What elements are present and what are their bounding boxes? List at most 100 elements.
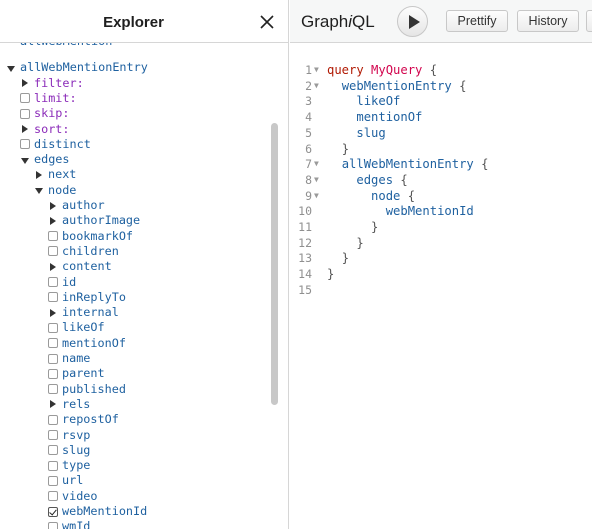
code-line[interactable]: 6 } [290,141,592,157]
code-line[interactable]: 12 } [290,235,592,251]
checkbox-icon[interactable] [48,445,58,456]
code-text: } [327,250,349,266]
explorer-item[interactable]: inReplyTo [48,290,126,305]
explorer-item[interactable]: skip: [20,106,70,121]
checkbox-icon[interactable] [48,322,58,333]
code-line[interactable]: 7 ▼ allWebMentionEntry { [290,156,592,172]
explorer-item[interactable]: type [48,458,90,473]
code-line[interactable]: 15 [290,282,592,298]
checkbox-icon[interactable] [20,139,30,150]
explorer-item[interactable]: authorImage [48,213,140,228]
explorer-item[interactable]: webMentionId [48,504,147,519]
prettify-button[interactable]: Prettify [446,10,508,32]
explorer-item[interactable]: parent [48,366,105,381]
caret-right-icon[interactable] [48,262,58,272]
checkbox-icon[interactable] [48,521,58,529]
explorer-item[interactable]: mentionOf [48,336,126,351]
explorer-item[interactable]: allWebMentionEntry [6,60,148,75]
explorer-item[interactable]: edges [20,152,70,167]
checkbox-icon[interactable] [48,414,58,425]
caret-down-icon[interactable] [34,185,44,195]
explorer-item[interactable]: video [48,489,98,504]
query-editor[interactable]: 1 ▼ query MyQuery {2 ▼ webMentionEntry {3 l… [290,44,592,529]
caret-right-icon[interactable] [48,308,58,318]
caret-right-icon[interactable] [34,170,44,180]
explorer-item[interactable]: author [48,198,105,213]
checkbox-icon[interactable] [48,231,58,242]
explorer-item[interactable]: wmId [48,519,90,529]
explorer-item[interactable]: rels [48,397,90,412]
explorer-item[interactable]: filter: [20,76,84,91]
explorer-item[interactable]: bookmarkOf [48,229,133,244]
checkbox-icon[interactable] [48,384,58,395]
caret-right-icon[interactable] [48,216,58,226]
checkbox-icon[interactable] [48,292,58,303]
explorer-item[interactable]: rsvp [48,428,90,443]
explorer-item-label: edges [34,152,70,167]
code-line[interactable]: 11 } [290,219,592,235]
explorer-item[interactable]: likeOf [48,320,105,335]
explorer-item[interactable]: distinct [20,137,91,152]
checkbox-icon[interactable] [20,108,30,119]
caret-right-icon[interactable] [48,399,58,409]
explorer-item[interactable]: children [48,244,119,259]
checkbox-icon[interactable] [48,460,58,471]
explorer-item[interactable]: sort: [20,122,70,137]
code-line[interactable]: 3 likeOf [290,93,592,109]
caret-down-icon[interactable] [20,155,30,165]
fold-marker-icon[interactable]: ▼ [314,172,319,188]
fold-marker-icon[interactable]: ▼ [314,156,319,172]
explorer-item[interactable]: allWebMention [6,43,112,49]
code-line[interactable]: 4 mentionOf [290,109,592,125]
close-icon[interactable] [258,13,276,31]
fold-marker-icon[interactable]: ▼ [314,62,319,78]
checkbox-checked-icon[interactable] [48,506,58,517]
explorer-item[interactable]: internal [48,305,119,320]
caret-right-icon[interactable] [20,124,30,134]
explorer-item[interactable]: published [48,382,126,397]
code-line[interactable]: 1 ▼ query MyQuery { [290,62,592,78]
code-line[interactable]: 5 slug [290,125,592,141]
fold-marker-icon[interactable]: ▼ [314,78,319,94]
code-line[interactable]: 2 ▼ webMentionEntry { [290,78,592,94]
caret-right-icon[interactable] [20,78,30,88]
checkbox-icon[interactable] [48,430,58,440]
caret-right-icon[interactable] [48,201,58,211]
punctuation-token: { [407,188,416,203]
checkbox-icon[interactable] [48,246,58,257]
caret-down-icon[interactable] [6,63,16,73]
explorer-item[interactable]: next [34,167,76,182]
code-line[interactable]: 10 webMentionId [290,203,592,219]
explorer-item-label: name [62,351,91,365]
explorer-item[interactable]: id [48,275,76,290]
explorer-item[interactable]: repostOf [48,412,119,427]
explorer-item-label: next [48,167,77,182]
explorer-item[interactable]: content [48,259,112,274]
explorer-item[interactable]: limit: [20,91,77,106]
run-button[interactable] [397,6,428,37]
checkbox-icon[interactable] [48,338,58,349]
explorer-item[interactable]: url [48,473,83,488]
checkbox-icon[interactable] [48,353,58,364]
checkbox-icon[interactable] [20,93,30,104]
explorer-toggle-button[interactable] [586,10,592,32]
code-line[interactable]: 8 ▼ edges { [290,172,592,188]
code-line[interactable]: 9 ▼ node { [290,188,592,204]
checkbox-icon[interactable] [48,475,58,486]
code-text: } [327,141,349,157]
code-line[interactable]: 14} [290,266,592,282]
explorer-item[interactable]: node [34,183,76,198]
checkbox-icon[interactable] [48,368,58,379]
checkbox-icon[interactable] [48,277,58,287]
explorer-item[interactable]: name [48,351,90,366]
history-button[interactable]: History [517,10,579,32]
fold-marker-icon[interactable]: ▼ [314,188,319,204]
explorer-scrollbar[interactable] [271,123,278,405]
checkbox-icon[interactable] [48,491,58,502]
explorer-item[interactable]: slug [48,443,90,458]
punctuation-token: { [481,157,489,172]
code-line[interactable]: 13 } [290,250,592,266]
line-number: 11 [298,220,312,234]
